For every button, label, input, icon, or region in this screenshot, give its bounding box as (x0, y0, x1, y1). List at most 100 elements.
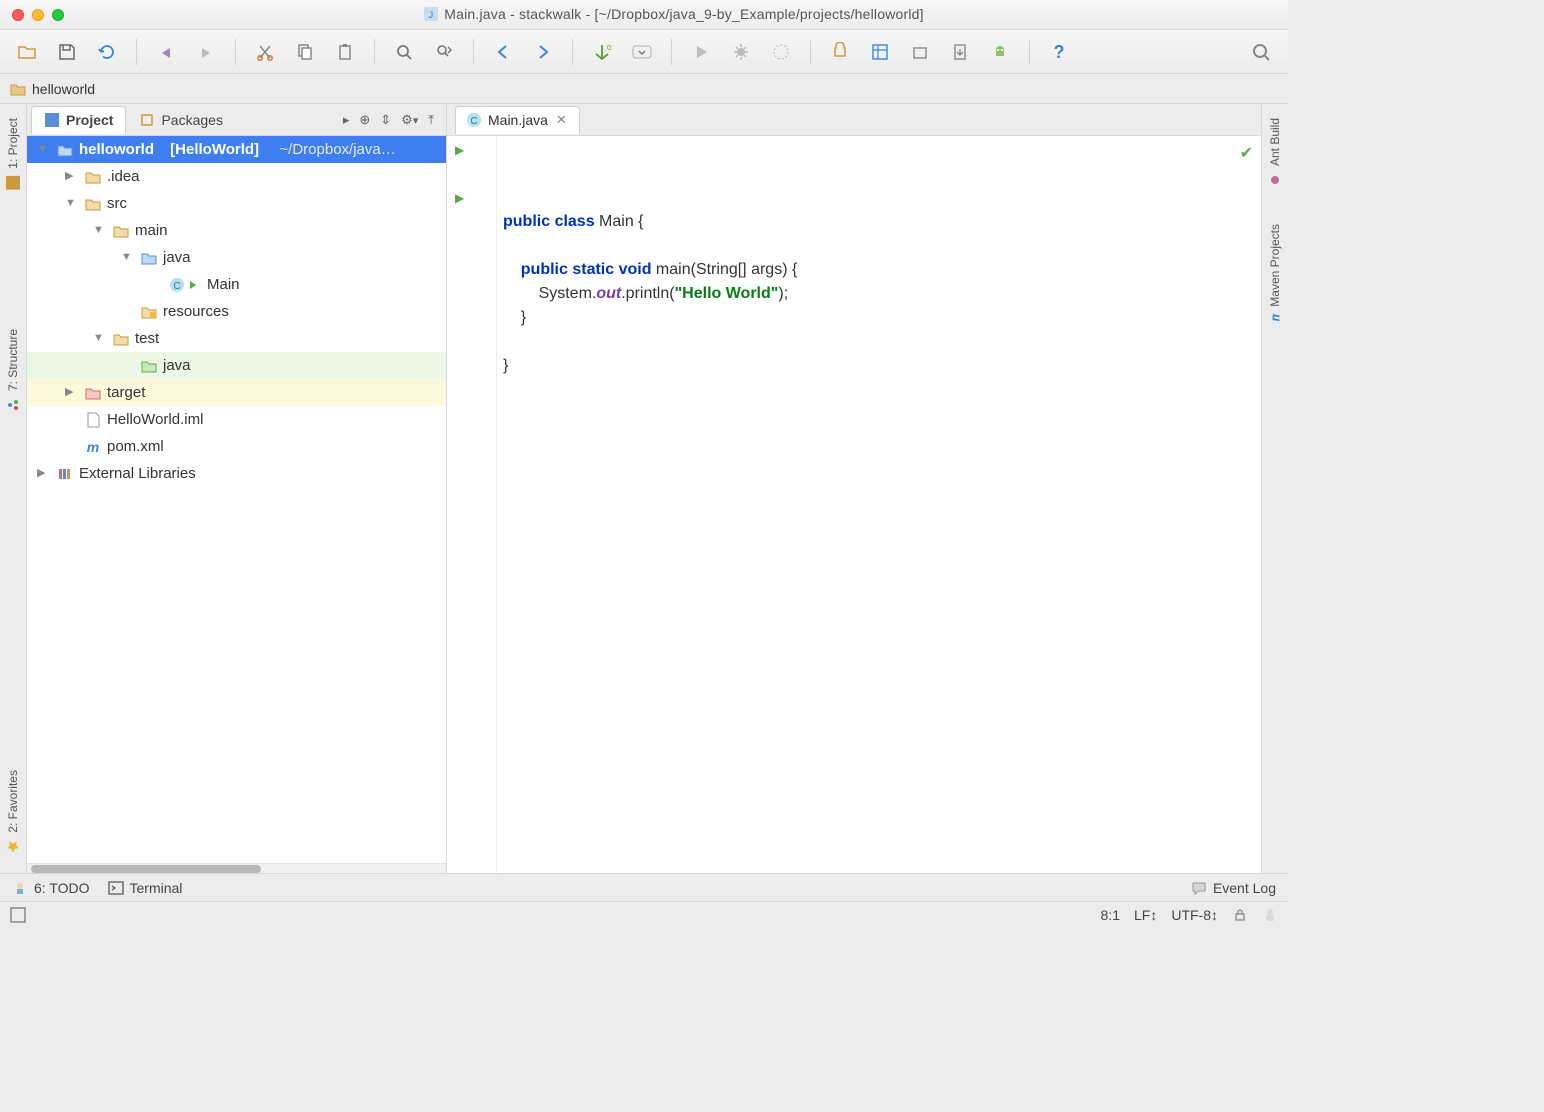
caret-position[interactable]: 8:1 (1101, 907, 1120, 923)
editor-tabs: C Main.java ✕ (447, 104, 1261, 136)
tree-node-pom[interactable]: mpom.xml (27, 433, 446, 460)
status-bar: 8:1 LF↕ UTF-8↕ (0, 901, 1288, 927)
inspection-ok-icon: ✔ (1240, 142, 1253, 166)
redo-button[interactable] (189, 35, 223, 69)
svg-text:C: C (173, 281, 180, 292)
tree-node-java[interactable]: ▼java (27, 244, 446, 271)
forward-button[interactable] (526, 35, 560, 69)
code-area[interactable]: ✔ public class Main { public static void… (497, 136, 1261, 873)
run-config-dropdown[interactable] (625, 35, 659, 69)
close-window-icon[interactable] (12, 9, 24, 21)
svg-text:C: C (470, 116, 477, 127)
star-icon (5, 839, 21, 855)
tree-horizontal-scrollbar[interactable] (27, 863, 446, 873)
line-separator[interactable]: LF↕ (1134, 907, 1157, 923)
tab-terminal[interactable]: Terminal (108, 880, 183, 896)
tab-ant-build[interactable]: Ant Build (1265, 110, 1285, 196)
tab-event-log[interactable]: Event Log (1191, 880, 1276, 896)
bottom-tool-bar: 6: TODO Terminal Event Log (0, 873, 1288, 901)
breadcrumb-label: helloworld (32, 81, 95, 97)
svg-text:J: J (429, 10, 434, 20)
minimize-window-icon[interactable] (32, 9, 44, 21)
tab-todo[interactable]: 6: TODO (12, 880, 90, 896)
toolbar-separator (374, 39, 375, 65)
undo-button[interactable] (149, 35, 183, 69)
project-tree[interactable]: ▼ helloworld [HelloWorld] ~/Dropbox/java… (27, 136, 446, 863)
folder-icon (85, 169, 101, 185)
run-button[interactable] (684, 35, 718, 69)
help-button[interactable]: ? (1042, 35, 1076, 69)
project-tabs: Project Packages ▸ ⊕ ⇕ ⚙▾ ⤒ (27, 104, 446, 136)
toolbar-separator (671, 39, 672, 65)
fullscreen-window-icon[interactable] (52, 9, 64, 21)
tab-maven-projects[interactable]: m Maven Projects (1265, 216, 1285, 337)
debug-button[interactable] (724, 35, 758, 69)
iml-file-icon (85, 412, 101, 428)
paste-button[interactable] (328, 35, 362, 69)
tree-node-resources[interactable]: resources (27, 298, 446, 325)
copy-button[interactable] (288, 35, 322, 69)
tree-node-target[interactable]: ▶target (27, 379, 446, 406)
tree-node-main-class[interactable]: CMain (27, 271, 446, 298)
svg-text:m: m (87, 439, 99, 455)
hide-icon[interactable]: ⤒ (428, 112, 434, 128)
tree-node-test-java[interactable]: java (27, 352, 446, 379)
scroll-right-icon[interactable]: ▸ (343, 112, 350, 128)
toolbar-separator (235, 39, 236, 65)
search-everywhere-button[interactable] (1244, 35, 1278, 69)
coverage-button[interactable] (764, 35, 798, 69)
folder-icon (113, 331, 129, 347)
cut-button[interactable] (248, 35, 282, 69)
tab-favorites[interactable]: 2: Favorites (3, 762, 23, 863)
find-button[interactable] (387, 35, 421, 69)
svg-text:?: ? (1054, 42, 1065, 62)
readonly-lock-icon[interactable] (1232, 907, 1248, 923)
hector-icon[interactable] (1262, 907, 1278, 923)
run-line-icon[interactable]: ▶ (455, 186, 464, 210)
editor-body[interactable]: ▶ ▶ ✔ public class Main { public static … (447, 136, 1261, 873)
toolbar-separator (1029, 39, 1030, 65)
editor-tab-label: Main.java (488, 112, 548, 128)
tree-node-idea[interactable]: ▶.idea (27, 163, 446, 190)
stop-button[interactable] (823, 35, 857, 69)
toolbar-separator (572, 39, 573, 65)
run-line-icon[interactable]: ▶ (455, 138, 464, 162)
open-button[interactable] (10, 35, 44, 69)
tree-node-main[interactable]: ▼main (27, 217, 446, 244)
replace-button[interactable] (427, 35, 461, 69)
editor-gutter[interactable]: ▶ ▶ (447, 136, 497, 873)
file-encoding[interactable]: UTF-8↕ (1171, 907, 1218, 923)
locate-icon[interactable]: ⊕ (359, 112, 370, 128)
close-tab-icon[interactable]: ✕ (554, 112, 569, 128)
save-button[interactable] (50, 35, 84, 69)
toolbar-separator (810, 39, 811, 65)
folder-icon (113, 223, 129, 239)
refresh-button[interactable] (90, 35, 124, 69)
settings-gear-icon[interactable]: ⚙▾ (401, 112, 418, 128)
breadcrumb-item[interactable]: helloworld (10, 81, 109, 97)
tree-node-test[interactable]: ▼test (27, 325, 446, 352)
editor-pane: C Main.java ✕ ▶ ▶ ✔ public class Main { … (447, 104, 1261, 873)
sdk-button[interactable] (903, 35, 937, 69)
folder-icon (85, 196, 101, 212)
android-button[interactable] (983, 35, 1017, 69)
event-log-icon (1191, 880, 1207, 896)
project-view-tab[interactable]: Project (31, 106, 126, 134)
build-button[interactable]: 01 (585, 35, 619, 69)
update-button[interactable] (943, 35, 977, 69)
editor-tab-main[interactable]: C Main.java ✕ (455, 106, 580, 134)
tab-project[interactable]: 1: Project (3, 110, 23, 199)
project-structure-button[interactable] (863, 35, 897, 69)
right-tool-rail: Ant Build m Maven Projects (1261, 104, 1288, 873)
tree-node-src[interactable]: ▼src (27, 190, 446, 217)
tree-node-external-libraries[interactable]: ▶External Libraries (27, 460, 446, 487)
tree-root[interactable]: ▼ helloworld [HelloWorld] ~/Dropbox/java… (27, 136, 446, 163)
collapse-icon[interactable]: ⇕ (380, 112, 391, 128)
back-button[interactable] (486, 35, 520, 69)
packages-view-tab[interactable]: Packages (126, 106, 235, 134)
tool-windows-icon[interactable] (10, 907, 26, 923)
window-title: J Main.java - stackwalk - [~/Dropbox/jav… (72, 6, 1276, 24)
tree-node-iml[interactable]: HelloWorld.iml (27, 406, 446, 433)
class-icon: C (466, 112, 482, 128)
tab-structure[interactable]: 7: Structure (3, 321, 23, 421)
